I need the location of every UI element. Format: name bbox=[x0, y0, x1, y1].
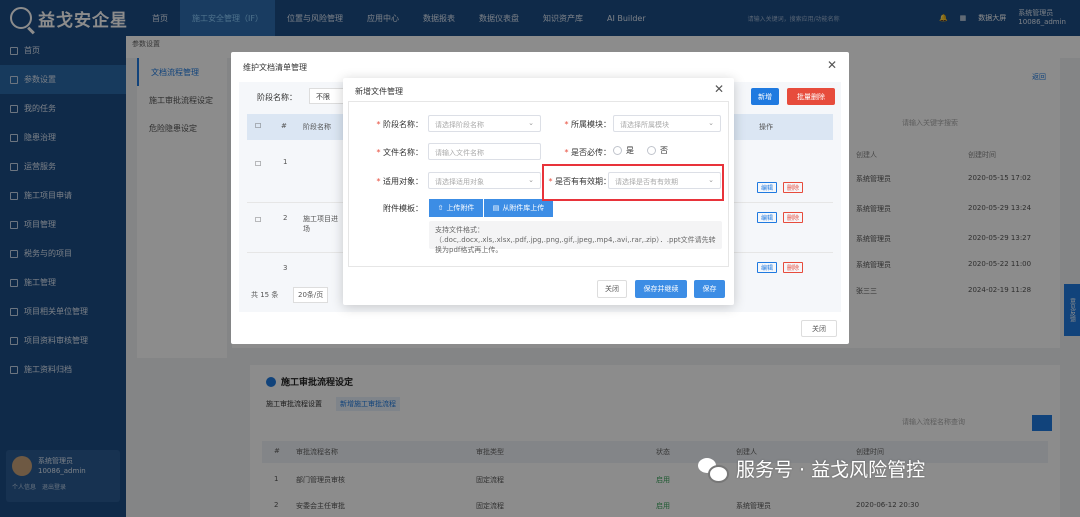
module-label: * 所属模块： bbox=[564, 120, 611, 129]
dialog-title: 维护文档清单管理 bbox=[243, 63, 307, 72]
target-select[interactable]: 请选择适用对象 ⌄ bbox=[428, 172, 541, 189]
checkbox-all[interactable]: ☐ bbox=[255, 122, 261, 130]
edit-button[interactable]: 编辑 bbox=[757, 212, 777, 223]
upload-button[interactable]: ⇧ 上传附件 bbox=[429, 199, 483, 217]
add-button[interactable]: 新增 bbox=[751, 88, 779, 105]
checkbox[interactable]: ☐ bbox=[255, 160, 261, 168]
required-label: * 是否必传： bbox=[564, 148, 611, 157]
folder-icon: ▤ bbox=[492, 204, 500, 212]
chevron-down-icon: ⌄ bbox=[528, 119, 534, 127]
module-select[interactable]: 请选择所属模块 ⌄ bbox=[613, 115, 721, 132]
radio-circle-icon bbox=[647, 146, 656, 155]
file-format-hint: 支持文件格式：（.doc,.docx,.xls,.xlsx,.pdf,.jpg,… bbox=[429, 221, 722, 254]
table-row: 1 bbox=[283, 158, 288, 166]
stage-label: * 阶段名称： bbox=[376, 120, 423, 129]
table-row: 3 bbox=[283, 264, 288, 272]
close-button[interactable]: 关闭 bbox=[597, 280, 627, 298]
total-count: 共 15 条 bbox=[251, 291, 279, 299]
delete-button[interactable]: 删除 bbox=[783, 212, 803, 223]
stage-select[interactable]: 请选择阶段名称 ⌄ bbox=[428, 115, 541, 132]
stage-name: 施工项目进场 bbox=[303, 215, 338, 233]
radio-no[interactable]: 否 bbox=[647, 145, 668, 156]
wechat-icon bbox=[698, 456, 729, 483]
checkbox[interactable]: ☐ bbox=[255, 216, 261, 224]
radio-circle-icon bbox=[613, 146, 622, 155]
table-row: 2 bbox=[283, 214, 288, 222]
edit-button[interactable]: 编辑 bbox=[757, 182, 777, 193]
page-size-select[interactable]: 20条/页 bbox=[293, 287, 329, 303]
attachment-label: 附件模板： bbox=[383, 204, 423, 213]
chevron-down-icon: ⌄ bbox=[708, 119, 714, 127]
stage-filter-label: 阶段名称： bbox=[257, 93, 297, 102]
close-icon[interactable]: ✕ bbox=[827, 58, 837, 72]
save-button[interactable]: 保存 bbox=[694, 280, 725, 298]
delete-button[interactable]: 删除 bbox=[783, 182, 803, 193]
dialog-title: 新增文件管理 bbox=[355, 87, 403, 96]
chevron-down-icon: ⌄ bbox=[528, 176, 534, 184]
close-button[interactable]: 关闭 bbox=[801, 320, 837, 337]
upload-icon: ⇧ bbox=[437, 204, 444, 212]
target-label: * 适用对象： bbox=[376, 177, 423, 186]
batch-delete-button[interactable]: 批量删除 bbox=[787, 88, 835, 105]
library-upload-button[interactable]: ▤ 从附件库上传 bbox=[484, 199, 553, 217]
filename-label: * 文件名称： bbox=[376, 148, 423, 157]
radio-yes[interactable]: 是 bbox=[613, 145, 634, 156]
close-icon[interactable]: ✕ bbox=[714, 82, 724, 96]
edit-button[interactable]: 编辑 bbox=[757, 262, 777, 273]
filename-input[interactable]: 请输入文件名称 bbox=[428, 143, 541, 160]
watermark: 服务号 · 益戈风险管控 bbox=[698, 455, 925, 483]
highlight-box bbox=[542, 164, 724, 201]
save-continue-button[interactable]: 保存并继续 bbox=[635, 280, 687, 298]
delete-button[interactable]: 删除 bbox=[783, 262, 803, 273]
